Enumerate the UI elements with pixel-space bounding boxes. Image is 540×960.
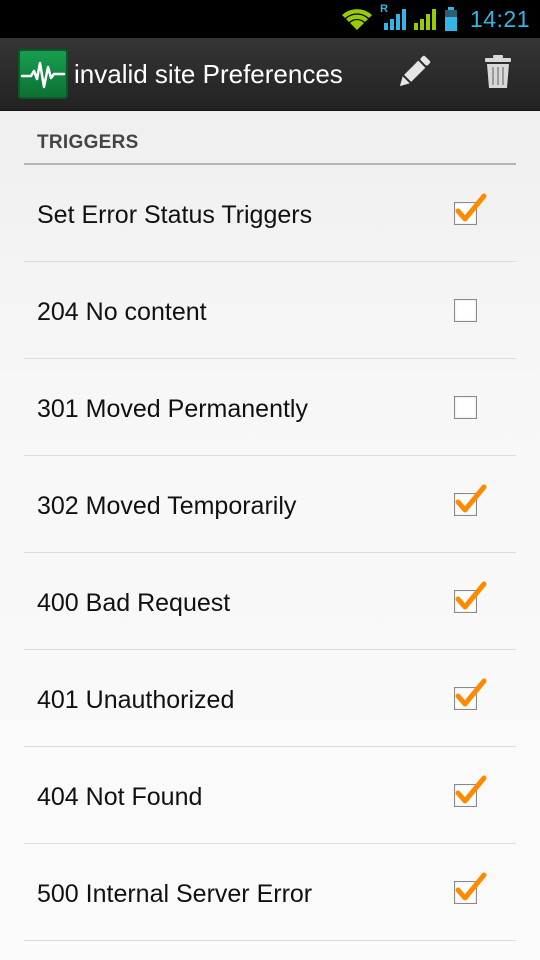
checkmark-icon <box>455 484 487 513</box>
preference-checkbox[interactable] <box>454 484 487 517</box>
preference-row[interactable]: 500 Internal Server Error <box>24 844 516 941</box>
preference-label: 301 Moved Permanently <box>37 395 308 423</box>
battery-icon <box>444 6 458 32</box>
checkbox-box <box>454 299 477 322</box>
preference-checkbox[interactable] <box>454 299 478 323</box>
checkmark-icon <box>455 872 487 901</box>
checkmark-icon <box>455 775 487 804</box>
preference-row[interactable]: 400 Bad Request <box>24 553 516 650</box>
preference-label: Set Error Status Triggers <box>37 201 313 229</box>
app-logo-icon[interactable] <box>18 49 68 99</box>
preference-label: 400 Bad Request <box>37 589 231 617</box>
signal-roaming-icon: R <box>380 3 408 31</box>
delete-button[interactable] <box>462 38 534 110</box>
preference-label: 302 Moved Temporarily <box>37 492 297 520</box>
section-title: TRIGGERS <box>37 132 139 153</box>
preference-checkbox[interactable] <box>454 193 487 226</box>
preference-row[interactable]: 404 Not Found <box>24 747 516 844</box>
page-title: invalid site Preferences <box>74 59 343 89</box>
clock: 14:21 <box>469 5 530 32</box>
preferences-list: Set Error Status Triggers 204 No content… <box>0 165 540 941</box>
preference-row[interactable]: 401 Unauthorized <box>24 650 516 747</box>
preference-checkbox[interactable] <box>454 396 478 420</box>
preference-checkbox[interactable] <box>454 581 487 614</box>
signal-icon <box>412 7 438 31</box>
wifi-icon <box>340 7 374 31</box>
roaming-label: R <box>379 3 388 15</box>
edit-button[interactable] <box>378 38 450 110</box>
preference-checkbox[interactable] <box>454 775 487 808</box>
checkmark-icon <box>455 193 487 222</box>
preference-row[interactable]: 204 No content <box>24 262 516 359</box>
checkbox-box <box>454 396 477 419</box>
status-icons: R 14:21 <box>340 0 530 38</box>
preference-row[interactable]: 302 Moved Temporarily <box>24 456 516 553</box>
action-bar: invalid site Preferences <box>0 38 540 111</box>
preference-checkbox[interactable] <box>454 872 487 905</box>
preference-label: 204 No content <box>37 298 207 326</box>
preference-label: 500 Internal Server Error <box>37 880 313 908</box>
pencil-icon <box>393 51 435 98</box>
preference-checkbox[interactable] <box>454 678 487 711</box>
preference-row[interactable]: Set Error Status Triggers <box>24 165 516 262</box>
preference-label: 401 Unauthorized <box>37 686 235 714</box>
status-bar: R 14:21 <box>0 0 540 38</box>
trash-icon <box>483 54 513 95</box>
preference-row[interactable]: 301 Moved Permanently <box>24 359 516 456</box>
preferences-content: TRIGGERS Set Error Status Triggers 204 N… <box>0 110 540 941</box>
checkmark-icon <box>455 581 487 610</box>
section-header: TRIGGERS <box>24 110 516 165</box>
checkmark-icon <box>455 678 487 707</box>
preference-label: 404 Not Found <box>37 783 203 811</box>
